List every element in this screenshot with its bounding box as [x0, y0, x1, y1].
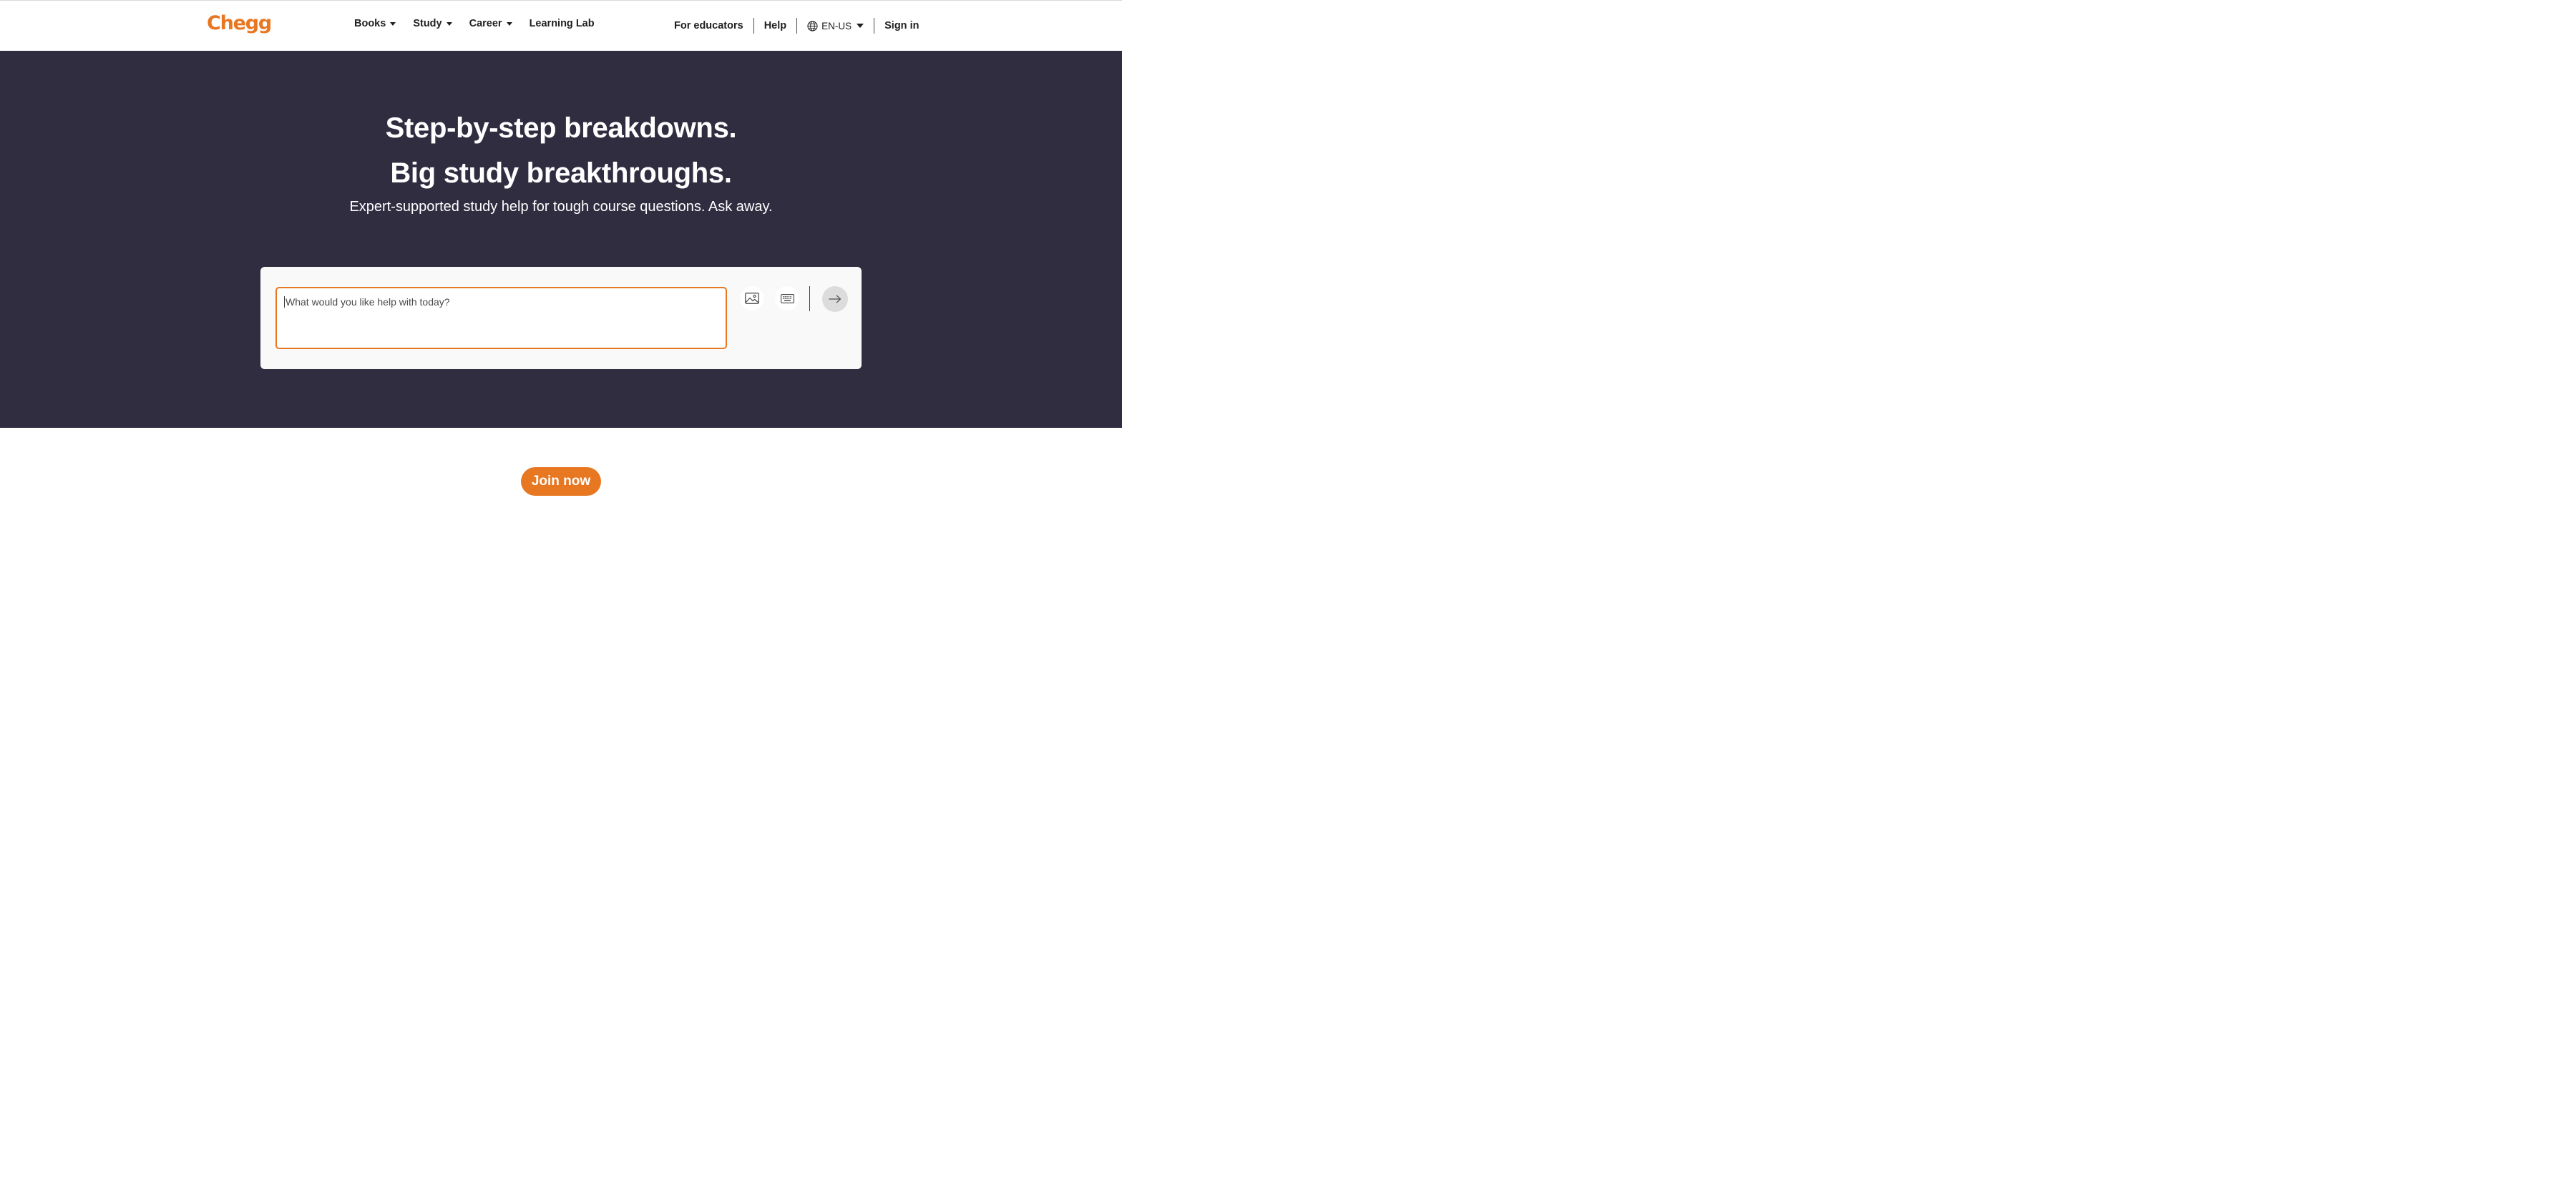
main-nav: Books Study Career Learning Lab	[354, 18, 612, 29]
nav-item-books[interactable]: Books	[354, 18, 396, 29]
sign-in-link[interactable]: Sign in	[884, 20, 919, 31]
nav-item-label: Career	[469, 18, 502, 29]
nav-item-study[interactable]: Study	[413, 18, 452, 29]
chevron-down-icon	[446, 21, 452, 26]
question-input[interactable]: What would you like help with today?	[275, 287, 727, 349]
hero-subtitle: Expert-supported study help for tough co…	[349, 199, 773, 215]
keyboard-button[interactable]	[775, 286, 799, 310]
hero-headline-line1: Step-by-step breakdowns.	[385, 112, 737, 144]
image-upload-icon	[745, 293, 759, 304]
language-value: EN-US	[821, 20, 852, 31]
chevron-down-icon	[857, 24, 864, 28]
nav-item-learning-lab[interactable]: Learning Lab	[530, 18, 595, 29]
hero-headline-line2: Big study breakthroughs.	[390, 157, 732, 189]
language-selector[interactable]: EN-US	[807, 21, 864, 31]
nav-item-label: Study	[413, 18, 442, 29]
submit-question-button[interactable]	[822, 286, 848, 312]
top-navigation-bar: Chegg Books Study Career Learning Lab Fo…	[0, 0, 1122, 51]
nav-item-label: Learning Lab	[529, 18, 595, 29]
nav-item-career[interactable]: Career	[469, 18, 512, 29]
divider	[796, 18, 798, 34]
chevron-down-icon	[390, 21, 396, 26]
chevron-down-icon	[506, 21, 512, 26]
question-search-card: What would you like help with today?	[260, 267, 862, 369]
divider	[809, 286, 810, 311]
for-educators-link[interactable]: For educators	[674, 20, 743, 31]
divider	[753, 18, 754, 34]
page: Chegg Books Study Career Learning Lab Fo…	[0, 0, 1122, 513]
secondary-nav: For educators Help EN-US Sign in	[674, 18, 919, 34]
image-upload-button[interactable]	[740, 286, 764, 310]
keyboard-icon	[780, 293, 794, 303]
hero-section	[0, 51, 1122, 428]
nav-item-label: Books	[354, 18, 386, 29]
help-link[interactable]: Help	[764, 20, 786, 31]
join-now-button[interactable]: Join now	[521, 467, 601, 496]
arrow-right-icon	[829, 295, 841, 303]
globe-icon	[807, 20, 818, 31]
chegg-logo[interactable]: Chegg	[207, 12, 272, 34]
question-input-placeholder: What would you like help with today?	[284, 296, 450, 308]
